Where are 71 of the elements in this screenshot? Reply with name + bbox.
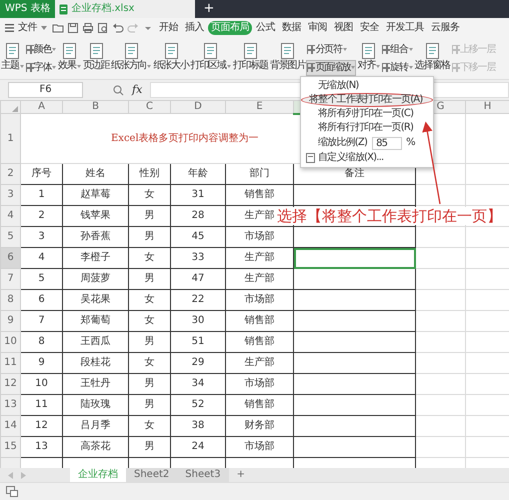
table-cell: 销售部 (226, 310, 294, 332)
table-cell: 女 (128, 248, 170, 268)
header-cell: 序号 (20, 164, 62, 184)
table-cell: 孙香蕉 (62, 226, 128, 248)
table-cell: 高茶花 (62, 436, 128, 458)
table-cell: 吕月季 (62, 416, 128, 436)
table-cell: 11 (20, 394, 62, 416)
table-cell: 女 (128, 352, 170, 374)
table-cell: 2 (20, 206, 62, 226)
table-cell: 51 (170, 332, 226, 352)
table-cell: 10 (20, 374, 62, 394)
table-cell: 王牡丹 (62, 374, 128, 394)
table-cell: 33 (170, 248, 226, 268)
table-cell: 5 (20, 268, 62, 290)
table-cell: 38 (170, 416, 226, 436)
table-cell: 29 (170, 352, 226, 374)
table-cell: 9 (20, 352, 62, 374)
menu-label: 缩放比例(Z) (318, 137, 368, 149)
table-cell: 男 (128, 206, 170, 226)
table-cell: 陆玫瑰 (62, 394, 128, 416)
table-cell: 女 (128, 184, 170, 206)
table-cell: 王西瓜 (62, 332, 128, 352)
table-cell: 男 (128, 332, 170, 352)
table-cell: 市场部 (226, 290, 294, 310)
table-cell: 赵草莓 (62, 184, 128, 206)
table-cell: 销售部 (226, 332, 294, 352)
table-cell: 24 (170, 436, 226, 458)
table-cell: 男 (128, 374, 170, 394)
table-cell: 7 (20, 310, 62, 332)
table-cell: 3 (20, 226, 62, 248)
table-cell: 13 (20, 436, 62, 458)
table-cell: 女 (128, 416, 170, 436)
table-cell: 段桂花 (62, 352, 128, 374)
table-cell: 6 (20, 290, 62, 310)
table-cell: 生产部 (226, 352, 294, 374)
table-cell: 男 (128, 226, 170, 248)
table-cell: 生产部 (226, 268, 294, 290)
table-cell: 市场部 (226, 226, 294, 248)
table-cell: 女 (128, 310, 170, 332)
table-cell: 男 (128, 436, 170, 458)
unit-label: % (406, 137, 415, 149)
header-cell: 性别 (128, 164, 170, 184)
table-cell: 45 (170, 226, 226, 248)
table-cell: 1 (20, 184, 62, 206)
table-cell: 52 (170, 394, 226, 416)
table-cell: 男 (128, 394, 170, 416)
header-cell: 部门 (226, 164, 294, 184)
table-cell: 31 (170, 184, 226, 206)
table-cell: 30 (170, 310, 226, 332)
table-cell: 销售部 (226, 394, 294, 416)
table-cell: 市场部 (226, 374, 294, 394)
table-cell: 男 (128, 268, 170, 290)
table-cell: 销售部 (226, 184, 294, 206)
table-cell: 生产部 (226, 248, 294, 268)
table-cell: 女 (128, 290, 170, 310)
table-cell: 4 (20, 248, 62, 268)
table-cell: 47 (170, 268, 226, 290)
table-cell: 钱苹果 (62, 206, 128, 226)
table-cell: 12 (20, 416, 62, 436)
table-cell: 8 (20, 332, 62, 352)
table-cell: 28 (170, 206, 226, 226)
table-cell: 吴花果 (62, 290, 128, 310)
table-cell: 周菠萝 (62, 268, 128, 290)
header-cell: 年龄 (170, 164, 226, 184)
table-cell: 李橙子 (62, 248, 128, 268)
header-cell: 姓名 (62, 164, 128, 184)
table-cell: 34 (170, 374, 226, 394)
table-cell: 郑葡萄 (62, 310, 128, 332)
table-cell: 22 (170, 290, 226, 310)
table-cell: 财务部 (226, 416, 294, 436)
table-cell: 市场部 (226, 436, 294, 458)
